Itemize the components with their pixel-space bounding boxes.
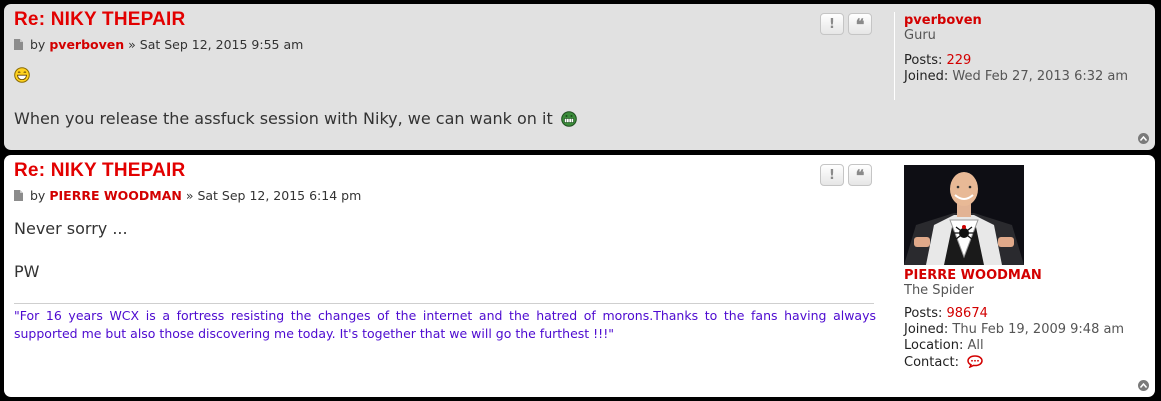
quote-icon: ❝ xyxy=(855,14,865,34)
quote-icon: ❝ xyxy=(855,165,865,185)
location-label: Location: xyxy=(904,338,964,353)
profile-joined: Joined: Wed Feb 27, 2013 6:32 am xyxy=(904,69,1128,84)
posts-count[interactable]: 98674 xyxy=(947,306,988,321)
grin-icon xyxy=(561,111,577,127)
profile-rank: The Spider xyxy=(904,283,975,298)
post-content-line: PW xyxy=(14,262,40,281)
profile-name[interactable]: PIERRE WOODMAN xyxy=(904,268,1124,283)
profile-joined: Joined: Thu Feb 19, 2009 9:48 am xyxy=(904,322,1124,337)
post-content: When you release the assfuck session wit… xyxy=(14,109,553,128)
signature: "For 16 years WCX is a fortress resistin… xyxy=(14,308,876,341)
post-profile: pverboven Guru Posts: 229 Joined: Wed Fe… xyxy=(904,13,1128,84)
avatar[interactable] xyxy=(904,165,1024,265)
profile-divider xyxy=(894,12,895,100)
post-1: Re: NIKY THEPAIR by pverboven » Sat Sep … xyxy=(4,4,1155,150)
profile-name[interactable]: pverboven xyxy=(904,13,1128,28)
post-date: » Sat Sep 12, 2015 9:55 am xyxy=(128,37,304,52)
profile-contact: Contact: xyxy=(904,355,1124,370)
post-buttons: ! ❝ xyxy=(820,13,872,35)
smiley-icon xyxy=(14,67,30,83)
contact-label: Contact: xyxy=(904,355,959,370)
post-title[interactable]: Re: NIKY THEPAIR xyxy=(14,9,185,31)
post-2: Re: NIKY THEPAIR by PIERRE WOODMAN » Sat… xyxy=(4,155,1155,397)
post-buttons: ! ❝ xyxy=(820,164,872,186)
quote-button[interactable]: ❝ xyxy=(848,13,872,35)
posts-label: Posts: xyxy=(904,306,943,321)
location-value: All xyxy=(967,338,984,353)
profile-rank: Guru xyxy=(904,28,936,43)
report-icon: ! xyxy=(829,16,835,32)
post-meta: by pverboven » Sat Sep 12, 2015 9:55 am xyxy=(14,37,303,52)
back-to-top-icon[interactable] xyxy=(1138,133,1149,144)
signature-separator xyxy=(14,303,874,304)
post-date: » Sat Sep 12, 2015 6:14 pm xyxy=(185,188,362,203)
report-icon: ! xyxy=(829,167,835,183)
post-profile: PIERRE WOODMAN The Spider Posts: 98674 J… xyxy=(904,268,1124,370)
profile-location: Location: All xyxy=(904,338,1124,353)
report-button[interactable]: ! xyxy=(820,164,844,186)
joined-value: Thu Feb 19, 2009 9:48 am xyxy=(952,322,1125,337)
profile-posts: Posts: 98674 xyxy=(904,306,1124,321)
by-label: by xyxy=(30,188,46,203)
profile-posts: Posts: 229 xyxy=(904,53,1128,68)
post-meta: by PIERRE WOODMAN » Sat Sep 12, 2015 6:1… xyxy=(14,188,361,203)
contact-icon[interactable] xyxy=(967,355,983,369)
post-icon[interactable] xyxy=(14,190,23,201)
post-author[interactable]: PIERRE WOODMAN xyxy=(49,188,181,203)
back-to-top-icon[interactable] xyxy=(1138,380,1149,391)
joined-label: Joined: xyxy=(904,69,949,84)
posts-label: Posts: xyxy=(904,53,943,68)
post-author[interactable]: pverboven xyxy=(49,37,124,52)
post-title[interactable]: Re: NIKY THEPAIR xyxy=(14,160,185,182)
post-icon[interactable] xyxy=(14,39,23,50)
joined-label: Joined: xyxy=(904,322,949,337)
joined-value: Wed Feb 27, 2013 6:32 am xyxy=(952,69,1129,84)
report-button[interactable]: ! xyxy=(820,13,844,35)
post-content-line: Never sorry ... xyxy=(14,219,128,238)
posts-count[interactable]: 229 xyxy=(947,53,972,68)
by-label: by xyxy=(30,37,46,52)
quote-button[interactable]: ❝ xyxy=(848,164,872,186)
